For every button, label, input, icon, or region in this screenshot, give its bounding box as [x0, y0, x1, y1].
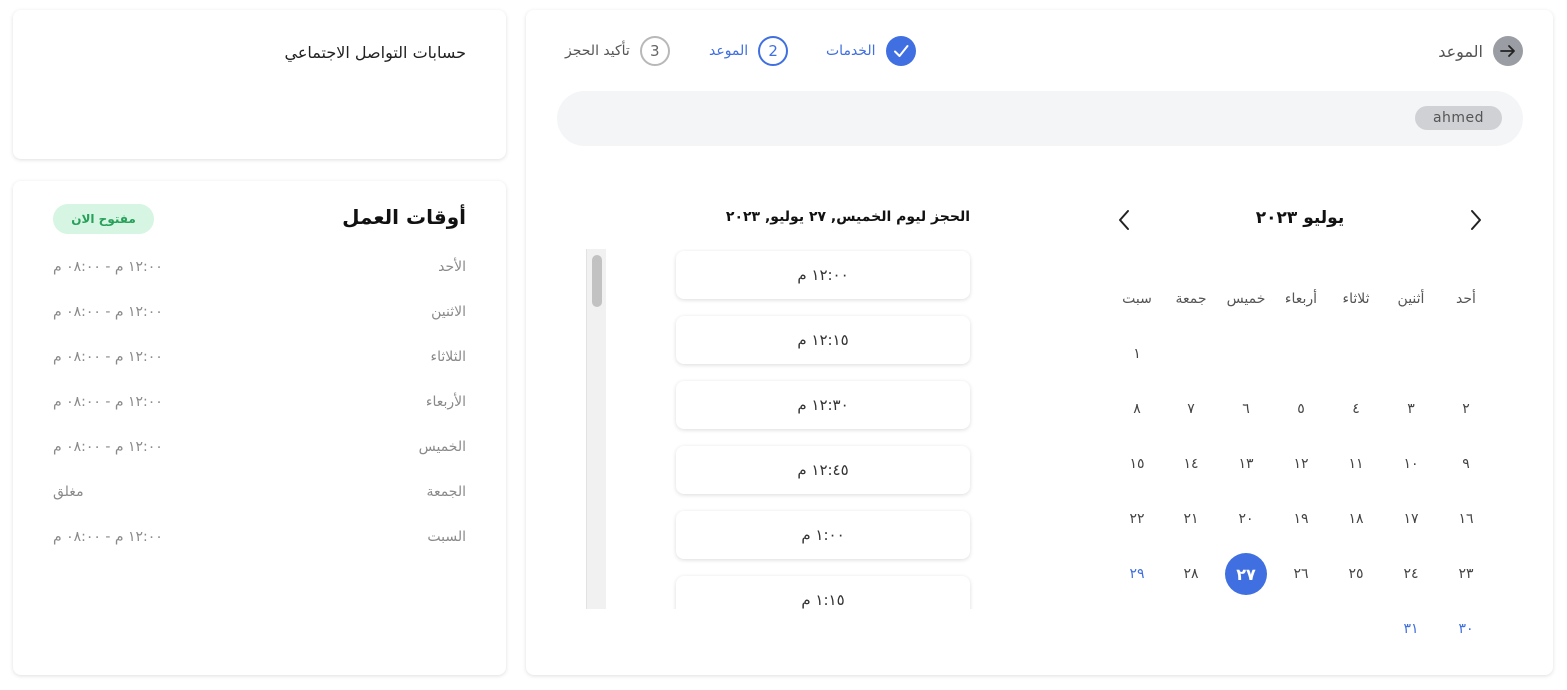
calendar-day[interactable]: ٣٠ — [1445, 608, 1487, 650]
weekday-label: أثنين — [1397, 291, 1425, 307]
social-accounts-title: حسابات التواصل الاجتماعي — [284, 43, 466, 62]
time-slot-button[interactable]: ١٢:٣٠ م — [676, 381, 970, 429]
calendar-day[interactable]: ١٩ — [1280, 498, 1322, 540]
hours-time: ١٢:٠٠ م - ٠٨:٠٠ م — [53, 349, 163, 365]
hours-row: الثلاثاء ١٢:٠٠ م - ٠٨:٠٠ م — [53, 349, 466, 373]
calendar-day[interactable]: ١٠ — [1390, 443, 1432, 485]
calendar-day[interactable]: ١٣ — [1225, 443, 1267, 485]
calendar-day[interactable]: ٢٥ — [1335, 553, 1377, 595]
chevron-left-icon — [1119, 210, 1129, 230]
hours-day: السبت — [427, 529, 466, 545]
step-appointment[interactable]: الموعد 2 — [709, 36, 789, 66]
hours-time: ١٢:٠٠ م - ٠٨:٠٠ م — [53, 304, 163, 320]
step-number: 3 — [639, 36, 670, 66]
back-button[interactable]: الموعد — [1438, 36, 1523, 66]
arrow-right-icon — [1493, 36, 1523, 66]
time-slots-list: ١٢:٠٠ م ١٢:١٥ م ١٢:٣٠ م ١٢:٤٥ م ١:٠٠ م ١:١٥ م — [672, 249, 976, 609]
booking-card: الموعد الخدمات الموعد 2 تأكيد الحجز 3 ah… — [526, 10, 1553, 675]
calendar-day[interactable]: ٢٨ — [1170, 553, 1212, 595]
time-slot-button[interactable]: ١٢:٠٠ م — [676, 251, 970, 299]
calendar-day[interactable]: ١١ — [1335, 443, 1377, 485]
user-chip[interactable]: ahmed — [1415, 106, 1502, 130]
hours-time: مغلق — [53, 484, 84, 500]
calendar-day[interactable]: ١٧ — [1390, 498, 1432, 540]
weekday-label: أربعاء — [1284, 291, 1318, 307]
calendar-day[interactable]: ٢٤ — [1390, 553, 1432, 595]
slots-scrollbar[interactable] — [586, 249, 606, 609]
calendar-day[interactable]: ٢٩ — [1116, 553, 1158, 595]
hours-row: الخميس ١٢:٠٠ م - ٠٨:٠٠ م — [53, 439, 466, 463]
calendar-month-label: يوليو ٢٠٢٣ — [1255, 208, 1345, 228]
weekday-label: ثلاثاء — [1342, 291, 1370, 307]
open-status-badge: مفتوح الان — [53, 204, 154, 234]
time-slot-button[interactable]: ١:١٥ م — [676, 576, 970, 609]
calendar-day[interactable]: ٢٣ — [1445, 553, 1487, 595]
calendar-day[interactable]: ٩ — [1445, 443, 1487, 485]
calendar-day[interactable]: ٥ — [1280, 388, 1322, 430]
calendar-day[interactable]: ٢١ — [1170, 498, 1212, 540]
hours-time: ١٢:٠٠ م - ٠٨:٠٠ م — [53, 394, 163, 410]
slots-scrollbar-thumb[interactable] — [592, 255, 602, 307]
hours-time: ١٢:٠٠ م - ٠٨:٠٠ م — [53, 259, 163, 275]
step-label: الموعد — [709, 43, 749, 59]
time-slot-button[interactable]: ١٢:١٥ م — [676, 316, 970, 364]
calendar-day[interactable]: ٢٢ — [1116, 498, 1158, 540]
hours-day: الخميس — [418, 439, 466, 455]
chevron-right-icon — [1471, 210, 1481, 230]
hours-row: السبت ١٢:٠٠ م - ٠٨:٠٠ م — [53, 529, 466, 553]
calendar-day[interactable]: ٨ — [1116, 388, 1158, 430]
calendar-day[interactable]: ١٦ — [1445, 498, 1487, 540]
calendar-day-selected[interactable]: ٢٧ — [1225, 553, 1267, 595]
hours-time: ١٢:٠٠ م - ٠٨:٠٠ م — [53, 439, 163, 455]
calendar-day[interactable]: ١٤ — [1170, 443, 1212, 485]
calendar-day[interactable]: ٢ — [1445, 388, 1487, 430]
selected-user-bar: ahmed — [557, 91, 1523, 146]
calendar-day[interactable]: ١٢ — [1280, 443, 1322, 485]
calendar-day[interactable]: ١٨ — [1335, 498, 1377, 540]
hours-day: الاثنين — [431, 304, 466, 320]
calendar-day[interactable]: ٤ — [1335, 388, 1377, 430]
back-label: الموعد — [1438, 41, 1483, 61]
step-confirm[interactable]: تأكيد الحجز 3 — [565, 36, 670, 66]
hours-day: الجمعة — [426, 484, 466, 500]
working-hours-card: أوقات العمل مفتوح الان الأحد ١٢:٠٠ م - ٠… — [13, 181, 506, 675]
calendar-header: يوليو ٢٠٢٣ — [1110, 206, 1490, 234]
calendar-day[interactable]: ١٥ — [1116, 443, 1158, 485]
calendar-day[interactable]: ٧ — [1170, 388, 1212, 430]
social-accounts-card: حسابات التواصل الاجتماعي — [13, 10, 506, 159]
calendar-day[interactable]: ٣ — [1390, 388, 1432, 430]
working-hours-title: أوقات العمل — [342, 205, 466, 229]
next-month-button[interactable] — [1462, 206, 1490, 234]
hours-day: الثلاثاء — [430, 349, 466, 365]
calendar-day[interactable]: ٢٦ — [1280, 553, 1322, 595]
step-services[interactable]: الخدمات — [826, 36, 916, 66]
step-label: الخدمات — [826, 43, 876, 59]
calendar-day[interactable]: ٢٠ — [1225, 498, 1267, 540]
weekday-label: أحد — [1456, 291, 1476, 307]
weekday-label: جمعة — [1175, 291, 1207, 307]
hours-day: الأربعاء — [425, 394, 466, 410]
check-icon — [885, 36, 916, 66]
calendar-day[interactable]: ١ — [1116, 333, 1158, 375]
calendar-day[interactable]: ٦ — [1225, 388, 1267, 430]
time-slot-button[interactable]: ١:٠٠ م — [676, 511, 970, 559]
slots-title: الحجز ليوم الخميس, ٢٧ يوليو, ٢٠٢٣ — [725, 209, 970, 225]
hours-day: الأحد — [438, 259, 466, 275]
previous-month-button[interactable] — [1110, 206, 1138, 234]
weekday-label: سبت — [1122, 291, 1152, 307]
step-number: 2 — [758, 36, 789, 66]
hours-row: الاثنين ١٢:٠٠ م - ٠٨:٠٠ م — [53, 304, 466, 328]
hours-row: الأربعاء ١٢:٠٠ م - ٠٨:٠٠ م — [53, 394, 466, 418]
calendar-day[interactable]: ٣١ — [1390, 608, 1432, 650]
time-slot-button[interactable]: ١٢:٤٥ م — [676, 446, 970, 494]
weekday-label: خميس — [1226, 291, 1266, 307]
hours-row: الأحد ١٢:٠٠ م - ٠٨:٠٠ م — [53, 259, 466, 283]
step-label: تأكيد الحجز — [565, 43, 630, 59]
hours-row: الجمعة مغلق — [53, 484, 466, 508]
hours-time: ١٢:٠٠ م - ٠٨:٠٠ م — [53, 529, 163, 545]
